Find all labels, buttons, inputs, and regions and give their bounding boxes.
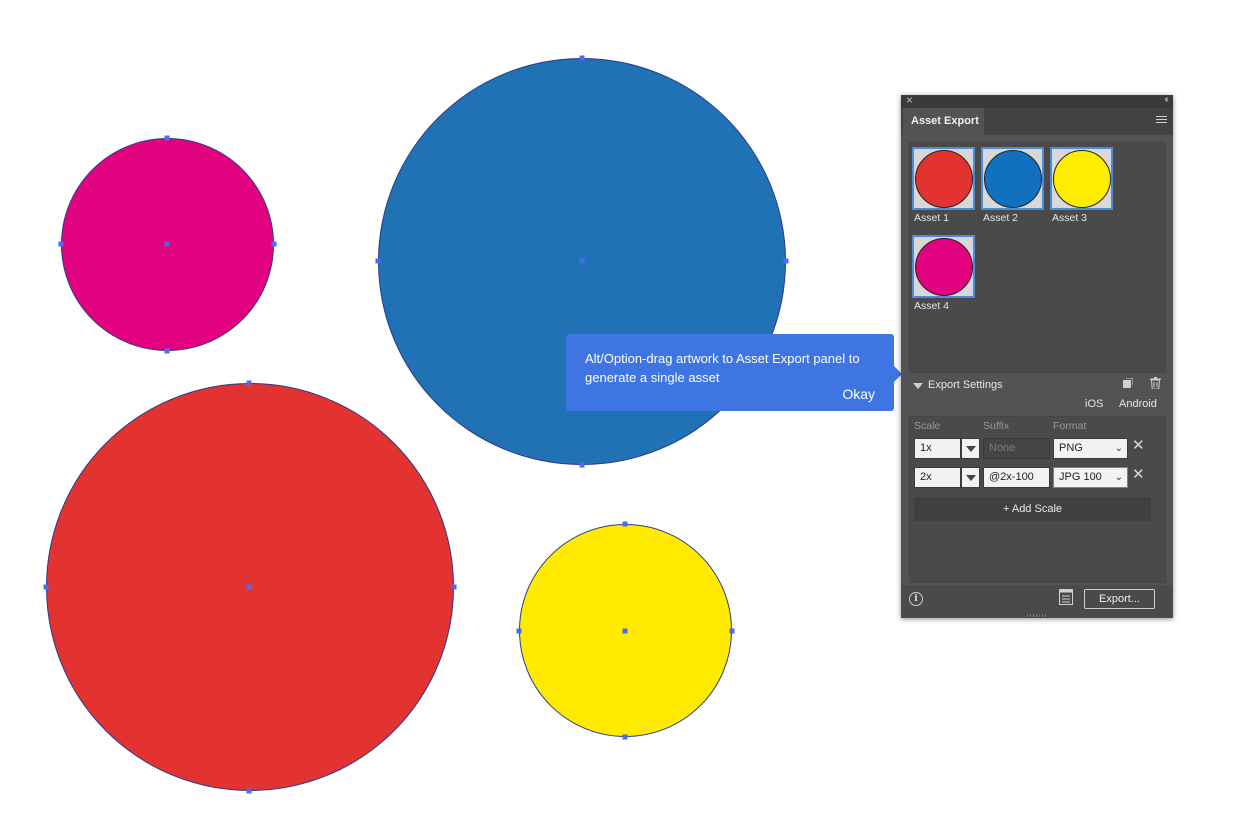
anchor-point[interactable] xyxy=(58,241,64,247)
info-icon[interactable]: i xyxy=(909,592,923,606)
anchor-point[interactable] xyxy=(622,628,628,634)
anchor-point[interactable] xyxy=(246,788,252,794)
tooltip: Alt/Option-drag artwork to Asset Export … xyxy=(566,334,902,411)
okay-button[interactable]: Okay xyxy=(842,386,875,402)
anchor-point[interactable] xyxy=(783,258,789,264)
anchor-point[interactable] xyxy=(246,584,252,590)
asset-1-swatch xyxy=(914,149,973,208)
disclosure-triangle-icon[interactable] xyxy=(913,383,923,389)
add-scale-button[interactable]: + Add Scale xyxy=(914,497,1151,521)
anchor-point[interactable] xyxy=(164,348,170,354)
asset-label: Asset 2 xyxy=(983,212,1019,224)
anchor-point[interactable] xyxy=(451,584,457,590)
format-select[interactable]: PNG ⌄ xyxy=(1053,438,1128,459)
asset-grid: Asset 1 Asset 2 Asset 3 Asset 4 xyxy=(909,142,1166,373)
remove-scale-icon[interactable]: ✕ xyxy=(1132,436,1145,454)
tab-asset-export[interactable]: Asset Export xyxy=(903,108,984,135)
asset-item[interactable]: Asset 2 xyxy=(981,147,1047,224)
anchor-point[interactable] xyxy=(164,241,170,247)
tooltip-message: Alt/Option-drag artwork to Asset Export … xyxy=(585,351,860,385)
export-settings-area: Scale Suffix Format 1x None PNG ⌄ ✕ 2x @… xyxy=(909,416,1166,583)
anchor-point[interactable] xyxy=(579,55,585,61)
ios-preset-button[interactable]: iOS xyxy=(1085,398,1103,410)
scale-column-header: Scale xyxy=(914,420,941,432)
close-icon[interactable]: × xyxy=(906,93,913,107)
resize-grip[interactable] xyxy=(1027,614,1047,617)
scale-field[interactable]: 2x xyxy=(914,467,961,488)
asset-thumbnail[interactable] xyxy=(912,235,975,298)
asset-thumbnail[interactable] xyxy=(981,147,1044,210)
suffix-column-header: Suffix xyxy=(983,420,1010,432)
format-select[interactable]: JPG 100 ⌄ xyxy=(1053,467,1128,488)
collapse-icon[interactable]: ‹‹ xyxy=(1164,94,1168,105)
anchor-point[interactable] xyxy=(43,584,49,590)
chevron-down-icon: ⌄ xyxy=(1114,443,1123,454)
asset-4-swatch xyxy=(914,237,973,296)
scale-field[interactable]: 1x xyxy=(914,438,961,459)
asset-item[interactable]: Asset 1 xyxy=(912,147,978,224)
format-value: PNG xyxy=(1059,442,1083,454)
export-settings-header[interactable]: Export Settings xyxy=(901,376,1173,396)
format-column-header: Format xyxy=(1053,420,1087,432)
asset-label: Asset 1 xyxy=(914,212,950,224)
export-settings-icon[interactable] xyxy=(1059,589,1073,605)
panel-footer: i Export... xyxy=(901,585,1173,618)
asset-item[interactable]: Asset 3 xyxy=(1050,147,1116,224)
chevron-down-icon: ⌄ xyxy=(1114,472,1123,483)
anchor-point[interactable] xyxy=(164,135,170,141)
anchor-point[interactable] xyxy=(729,628,735,634)
scale-dropdown-button[interactable] xyxy=(961,467,980,488)
asset-thumbnail[interactable] xyxy=(912,147,975,210)
asset-label: Asset 4 xyxy=(914,300,950,312)
asset-item[interactable]: Asset 4 xyxy=(912,235,978,312)
anchor-point[interactable] xyxy=(579,462,585,468)
export-settings-title: Export Settings xyxy=(928,379,1003,391)
anchor-point[interactable] xyxy=(246,380,252,386)
asset-label: Asset 3 xyxy=(1052,212,1088,224)
export-button[interactable]: Export... xyxy=(1084,589,1155,609)
anchor-point[interactable] xyxy=(622,521,628,527)
anchor-point[interactable] xyxy=(579,258,585,264)
suffix-field[interactable]: @2x-100 xyxy=(983,467,1050,488)
asset-2-swatch xyxy=(983,149,1042,208)
asset-3-swatch xyxy=(1052,149,1111,208)
suffix-field[interactable]: None xyxy=(983,438,1050,459)
format-value: JPG 100 xyxy=(1059,471,1102,483)
remove-scale-icon[interactable]: ✕ xyxy=(1132,465,1145,483)
anchor-point[interactable] xyxy=(622,734,628,740)
panel-topbar: × ‹‹ xyxy=(901,93,1173,108)
anchor-point[interactable] xyxy=(271,241,277,247)
android-preset-button[interactable]: Android xyxy=(1119,398,1157,410)
anchor-point[interactable] xyxy=(375,258,381,264)
scale-dropdown-button[interactable] xyxy=(961,438,980,459)
asset-thumbnail[interactable] xyxy=(1050,147,1113,210)
asset-export-panel: × ‹‹ Asset Export Asset 1 Asset 2 Asset … xyxy=(901,93,1173,618)
new-asset-icon[interactable] xyxy=(1123,378,1133,388)
panel-tab-row: Asset Export xyxy=(901,108,1173,135)
panel-menu-icon[interactable] xyxy=(1156,116,1167,125)
anchor-point[interactable] xyxy=(516,628,522,634)
trash-icon[interactable] xyxy=(1150,377,1161,389)
